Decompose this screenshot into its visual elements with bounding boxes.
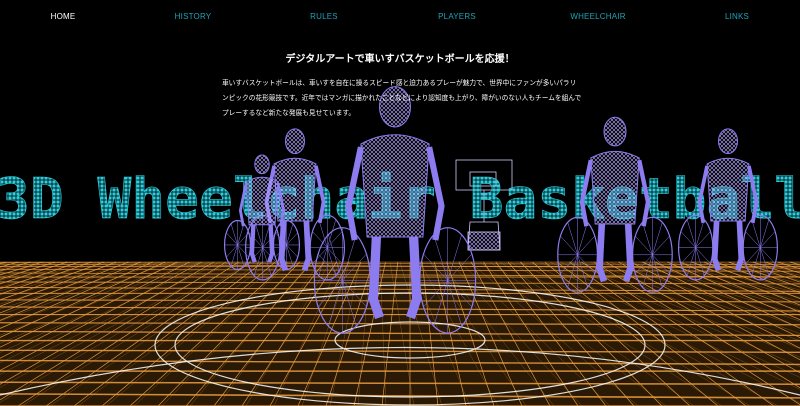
intro-body-text: 車いすバスケットボールは、車いすを自在に操るスピード感と迫力あるプレーが魅力で、… [222,79,582,117]
intro-heading: デジタルアートで車いすバスケットボールを応援！ [285,54,515,65]
nav-home-link[interactable]: HOME [51,12,76,21]
nav-links-link[interactable]: LINKS [725,12,749,21]
intro-section: デジタルアートで車いすバスケットボールを応援！ 車いすバスケットボールは、車いす… [0,54,800,117]
nav-wheelchair-link[interactable]: WHEELCHAIR [570,12,625,21]
main-nav: HOME HISTORY RULES PLAYERS WHEELCHAIR LI… [0,0,800,34]
nav-players-link[interactable]: PLAYERS [438,12,476,21]
nav-rules-link[interactable]: RULES [310,12,338,21]
wheelchair-player-figure [557,116,673,293]
nav-history-link[interactable]: HISTORY [175,12,212,21]
wheelchair-player-figure [678,128,779,281]
wheelchair-player-figure [313,86,477,334]
